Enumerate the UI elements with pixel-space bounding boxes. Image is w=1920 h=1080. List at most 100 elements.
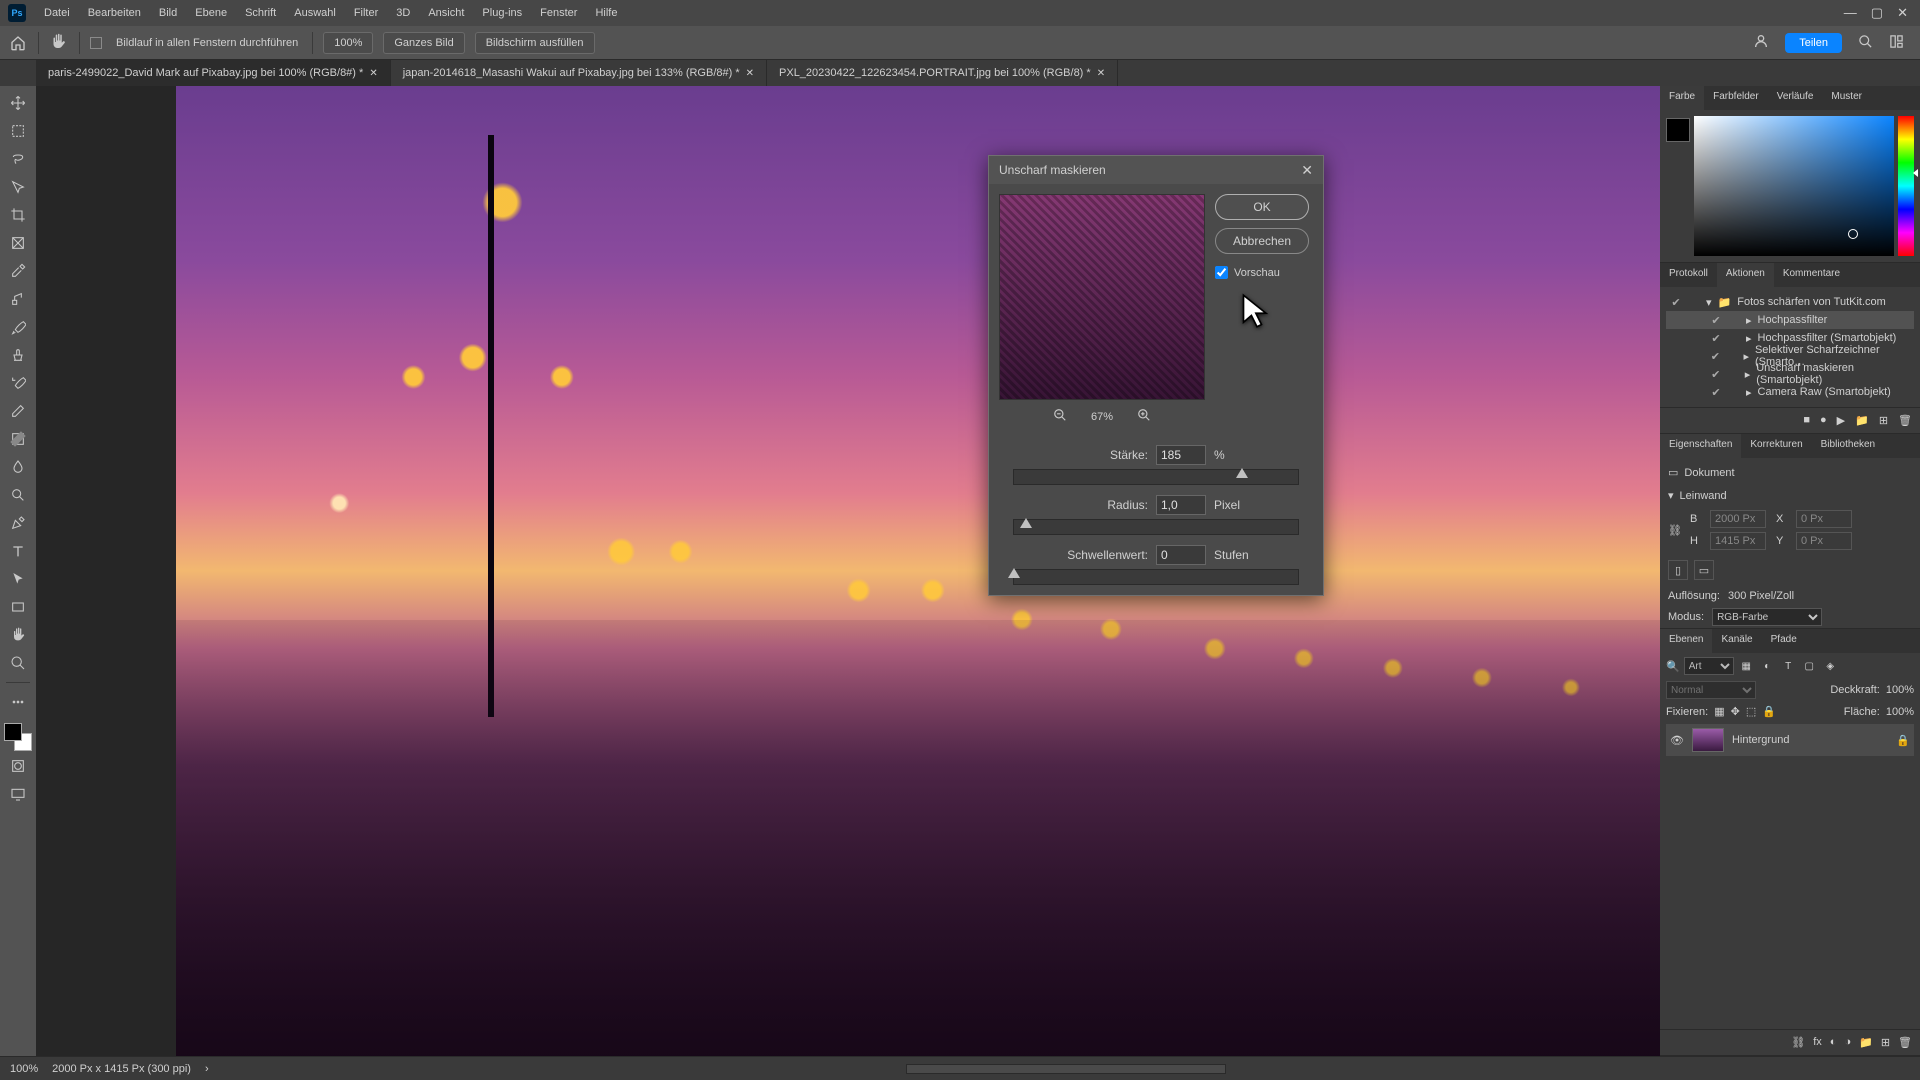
layer-visibility-icon[interactable]: 👁 bbox=[1670, 734, 1684, 747]
orientation-landscape-icon[interactable]: ▭ bbox=[1694, 560, 1714, 580]
menu-bild[interactable]: Bild bbox=[151, 3, 185, 23]
tab-close-icon[interactable]: ✕ bbox=[1097, 68, 1105, 79]
dialog-close-icon[interactable]: ✕ bbox=[1301, 162, 1313, 179]
frame-tool[interactable] bbox=[5, 230, 31, 256]
filter-kind-select[interactable]: Art bbox=[1684, 657, 1734, 675]
ok-button[interactable]: OK bbox=[1215, 194, 1309, 220]
preview-checkbox[interactable] bbox=[1215, 266, 1228, 279]
color-field[interactable] bbox=[1694, 116, 1894, 256]
marquee-tool[interactable] bbox=[5, 118, 31, 144]
chevron-right-icon[interactable]: ▸ bbox=[1745, 368, 1751, 381]
fill-screen-button[interactable]: Bildschirm ausfüllen bbox=[475, 32, 595, 54]
check-icon[interactable]: ✔ bbox=[1710, 332, 1722, 344]
hue-slider[interactable] bbox=[1898, 116, 1914, 256]
layer-fx-icon[interactable]: fx bbox=[1813, 1036, 1822, 1049]
screenmode-icon[interactable] bbox=[5, 781, 31, 807]
lock-pixels-icon[interactable]: ▦ bbox=[1714, 705, 1724, 718]
canvas-area[interactable] bbox=[36, 86, 1660, 1056]
action-row[interactable]: ✔▸Camera Raw (Smartobjekt) bbox=[1666, 383, 1914, 401]
lock-position-icon[interactable]: ✥ bbox=[1731, 705, 1740, 718]
tab-pxl[interactable]: PXL_20230422_122623454.PORTRAIT.jpg bei … bbox=[767, 60, 1118, 86]
zoom-in-icon[interactable] bbox=[1137, 408, 1151, 425]
tab-farbfelder[interactable]: Farbfelder bbox=[1704, 86, 1768, 110]
blur-tool[interactable] bbox=[5, 454, 31, 480]
brush-tool[interactable] bbox=[5, 314, 31, 340]
share-button[interactable]: Teilen bbox=[1785, 33, 1842, 53]
chevron-down-icon[interactable]: ▾ bbox=[1668, 489, 1674, 502]
y-field[interactable] bbox=[1796, 532, 1852, 550]
tab-japan[interactable]: japan-2014618_Masashi Wakui auf Pixabay.… bbox=[391, 60, 767, 86]
tab-verlaeufe[interactable]: Verläufe bbox=[1768, 86, 1823, 110]
threshold-input[interactable] bbox=[1156, 545, 1206, 565]
threshold-slider[interactable] bbox=[1013, 569, 1299, 585]
check-icon[interactable]: ✔ bbox=[1710, 368, 1721, 380]
edit-toolbar-icon[interactable] bbox=[5, 689, 31, 715]
strength-slider[interactable] bbox=[1013, 469, 1299, 485]
chevron-right-icon[interactable]: ▸ bbox=[1746, 386, 1752, 399]
action-play-icon[interactable]: ▶ bbox=[1837, 414, 1845, 427]
tab-bibliotheken[interactable]: Bibliotheken bbox=[1812, 434, 1884, 458]
healing-brush-tool[interactable] bbox=[5, 286, 31, 312]
tab-close-icon[interactable]: ✕ bbox=[369, 68, 377, 79]
action-record-icon[interactable]: ● bbox=[1820, 414, 1827, 427]
rectangle-tool[interactable] bbox=[5, 594, 31, 620]
chevron-right-icon[interactable]: ▸ bbox=[1746, 314, 1752, 327]
hand-tool-icon[interactable] bbox=[49, 33, 69, 53]
radius-handle[interactable] bbox=[1020, 518, 1032, 528]
crop-tool[interactable] bbox=[5, 202, 31, 228]
dodge-tool[interactable] bbox=[5, 482, 31, 508]
chevron-right-icon[interactable]: ▸ bbox=[1743, 350, 1749, 363]
layer-row[interactable]: 👁 Hintergrund 🔒 bbox=[1666, 724, 1914, 756]
fit-screen-button[interactable]: Ganzes Bild bbox=[383, 32, 464, 54]
radius-slider[interactable] bbox=[1013, 519, 1299, 535]
strength-handle[interactable] bbox=[1236, 468, 1248, 478]
radius-input[interactable] bbox=[1156, 495, 1206, 515]
tab-ebenen[interactable]: Ebenen bbox=[1660, 629, 1712, 653]
hue-pointer[interactable] bbox=[1913, 169, 1918, 177]
menu-fenster[interactable]: Fenster bbox=[532, 3, 585, 23]
link-icon[interactable]: ⛓ bbox=[1668, 524, 1684, 537]
filter-adjust-icon[interactable]: ◐ bbox=[1759, 658, 1776, 675]
dialog-titlebar[interactable]: Unscharf maskieren ✕ bbox=[989, 156, 1323, 184]
horizontal-scrollbar[interactable] bbox=[223, 1064, 1910, 1074]
action-trash-icon[interactable]: 🗑 bbox=[1898, 414, 1912, 427]
layer-mask-icon[interactable]: ◐ bbox=[1830, 1036, 1837, 1049]
menu-bearbeiten[interactable]: Bearbeiten bbox=[80, 3, 149, 23]
menu-3d[interactable]: 3D bbox=[388, 3, 418, 23]
zoom-tool[interactable] bbox=[5, 650, 31, 676]
home-icon[interactable] bbox=[8, 33, 28, 53]
menu-ebene[interactable]: Ebene bbox=[187, 3, 235, 23]
dialog-preview[interactable] bbox=[999, 194, 1205, 400]
filter-shape-icon[interactable]: ▢ bbox=[1801, 658, 1818, 675]
tab-protokoll[interactable]: Protokoll bbox=[1660, 263, 1717, 287]
eraser-tool[interactable] bbox=[5, 398, 31, 424]
width-field[interactable] bbox=[1710, 510, 1766, 528]
search-icon[interactable]: 🔍 bbox=[1666, 660, 1680, 673]
dialog-toggle[interactable] bbox=[1728, 332, 1740, 344]
menu-hilfe[interactable]: Hilfe bbox=[587, 3, 625, 23]
quick-select-tool[interactable] bbox=[5, 174, 31, 200]
color-swatch[interactable] bbox=[1666, 118, 1690, 142]
hand-tool[interactable] bbox=[5, 622, 31, 648]
lasso-tool[interactable] bbox=[5, 146, 31, 172]
check-icon[interactable]: ✔ bbox=[1710, 314, 1722, 326]
scroll-all-checkbox[interactable] bbox=[90, 37, 102, 49]
history-brush-tool[interactable] bbox=[5, 370, 31, 396]
adjustment-layer-icon[interactable]: ◑ bbox=[1844, 1036, 1851, 1049]
cloud-user-icon[interactable] bbox=[1753, 33, 1769, 52]
action-new-icon[interactable]: ⊞ bbox=[1879, 414, 1888, 427]
orientation-portrait-icon[interactable]: ▯ bbox=[1668, 560, 1688, 580]
zoom-out-icon[interactable] bbox=[1053, 408, 1067, 425]
blend-mode-select[interactable]: Normal bbox=[1666, 681, 1756, 699]
zoom-100-button[interactable]: 100% bbox=[323, 32, 373, 54]
action-stop-icon[interactable]: ■ bbox=[1803, 414, 1810, 427]
window-close-icon[interactable]: ✕ bbox=[1897, 5, 1908, 21]
action-set-row[interactable]: ✔▾📁Fotos schärfen von TutKit.com bbox=[1666, 293, 1914, 311]
tab-farbe[interactable]: Farbe bbox=[1660, 86, 1704, 110]
check-icon[interactable]: ✔ bbox=[1710, 386, 1722, 398]
tab-muster[interactable]: Muster bbox=[1822, 86, 1871, 110]
color-swatches[interactable] bbox=[4, 723, 32, 751]
gradient-tool[interactable] bbox=[5, 426, 31, 452]
document-canvas[interactable] bbox=[176, 86, 1660, 1056]
dialog-toggle[interactable] bbox=[1727, 368, 1738, 380]
